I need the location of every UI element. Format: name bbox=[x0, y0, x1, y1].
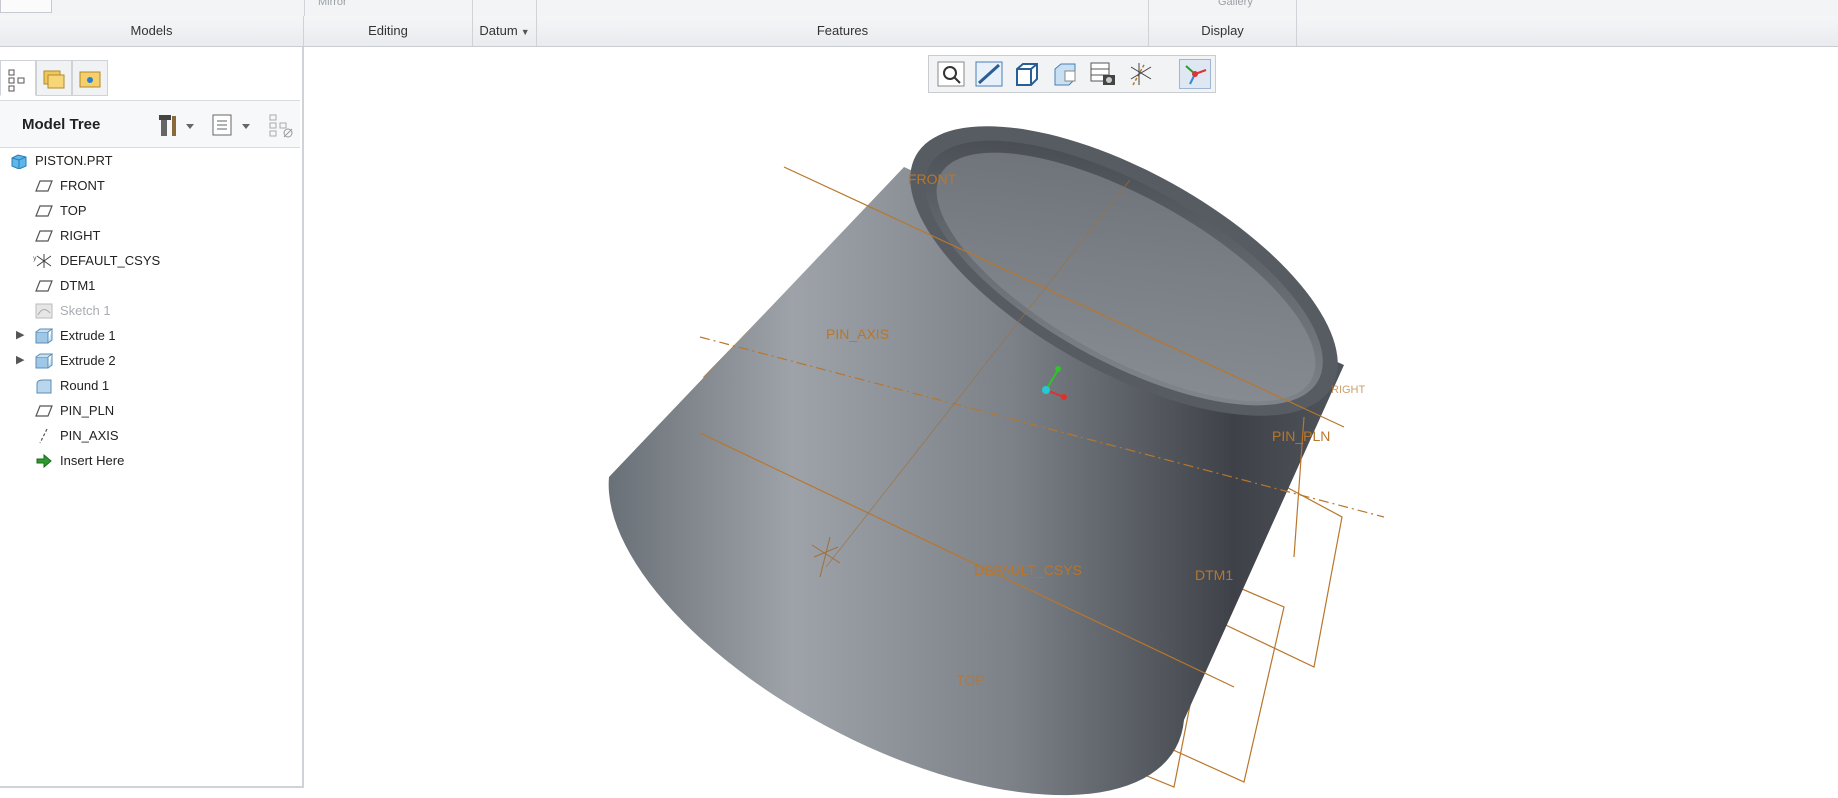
round-icon bbox=[36, 379, 52, 394]
datum-plane-icon bbox=[35, 405, 53, 417]
tree-item-default-csys[interactable]: y DEFAULT_CSYS bbox=[0, 248, 300, 273]
tree-item-label: DEFAULT_CSYS bbox=[60, 253, 161, 268]
tree-item-pin-axis[interactable]: PIN_AXIS bbox=[0, 423, 300, 448]
group-models[interactable]: Models bbox=[0, 16, 304, 46]
csys-icon: y bbox=[33, 254, 52, 268]
tree-filter-icon bbox=[269, 114, 293, 138]
ribbon-separator bbox=[1148, 0, 1149, 16]
tree-item-extrude-2[interactable]: ▶ Extrude 2 bbox=[0, 348, 300, 373]
tree-item-insert-here[interactable]: Insert Here bbox=[0, 448, 300, 473]
datum-plane-icon bbox=[35, 180, 53, 192]
tree-item-label: FRONT bbox=[60, 178, 105, 193]
show-menu-button[interactable] bbox=[212, 113, 252, 140]
ribbon-cutoff-button[interactable] bbox=[0, 0, 52, 13]
datum-plane-icon bbox=[35, 205, 53, 217]
datum-axis-icon bbox=[39, 428, 48, 444]
label-dtm1[interactable]: DTM1 bbox=[1195, 567, 1233, 583]
group-display[interactable]: Display bbox=[1149, 16, 1297, 46]
gallery-label[interactable]: Gallery bbox=[1218, 0, 1253, 8]
model-viewport[interactable]: FRONT PIN_AXIS PIN_PLN DEFAULT_CSYS DTM1… bbox=[304, 47, 1838, 798]
group-datum-label: Datum bbox=[479, 23, 518, 38]
tree-item-dtm1[interactable]: DTM1 bbox=[0, 273, 300, 298]
tree-item-pin-pln[interactable]: PIN_PLN bbox=[0, 398, 300, 423]
label-top[interactable]: TOP bbox=[956, 672, 985, 688]
tree-item-label: Sketch 1 bbox=[60, 303, 111, 318]
tree-item-label: PISTON.PRT bbox=[35, 153, 113, 168]
tree-filter-button[interactable] bbox=[268, 113, 296, 142]
tree-item-right[interactable]: RIGHT bbox=[0, 223, 300, 248]
extrude-icon bbox=[35, 353, 53, 369]
list-settings-icon bbox=[212, 114, 250, 136]
sketch-icon bbox=[35, 303, 53, 319]
ribbon-top-row: Mirror Gallery bbox=[0, 0, 1838, 17]
tree-item-front[interactable]: FRONT bbox=[0, 173, 300, 198]
favorites-folder-icon bbox=[79, 71, 101, 88]
tree-item-round-1[interactable]: Round 1 bbox=[0, 373, 300, 398]
folder-browser-tab[interactable] bbox=[36, 60, 72, 96]
ribbon-separator bbox=[536, 0, 537, 16]
group-features[interactable]: Features bbox=[537, 16, 1149, 46]
svg-text:y: y bbox=[33, 255, 37, 262]
tree-item-label: PIN_PLN bbox=[60, 403, 115, 418]
navigator-panel: Model Tree PISTON.PRT FRONT TOP RIGHT y … bbox=[0, 47, 304, 788]
label-front[interactable]: FRONT bbox=[908, 171, 957, 187]
ribbon-separator bbox=[1296, 0, 1297, 16]
expand-arrow-icon[interactable]: ▶ bbox=[16, 348, 26, 373]
extrude-icon bbox=[35, 328, 53, 344]
graphics-window[interactable]: FRONT PIN_AXIS PIN_PLN DEFAULT_CSYS DTM1… bbox=[304, 47, 1838, 798]
folder-icon bbox=[43, 70, 65, 89]
model-tree: PISTON.PRT FRONT TOP RIGHT y DEFAULT_CSY… bbox=[0, 148, 300, 473]
tree-item-label: TOP bbox=[60, 203, 87, 218]
hammer-tools-icon bbox=[159, 115, 194, 136]
chevron-down-icon: ▼ bbox=[520, 27, 530, 37]
group-datum[interactable]: Datum ▼ bbox=[473, 16, 537, 46]
label-pin-pln[interactable]: PIN_PLN bbox=[1272, 428, 1330, 444]
tree-item-extrude-1[interactable]: ▶ Extrude 1 bbox=[0, 323, 300, 348]
model-tree-header: Model Tree bbox=[0, 100, 300, 148]
label-right[interactable]: RIGHT bbox=[1331, 384, 1366, 396]
piston-body[interactable] bbox=[608, 68, 1381, 796]
model-tree-icon bbox=[8, 69, 25, 92]
tree-item-top[interactable]: TOP bbox=[0, 198, 300, 223]
tree-item-label: Extrude 2 bbox=[60, 353, 116, 368]
mirror-label[interactable]: Mirror bbox=[318, 0, 347, 8]
datum-plane-icon bbox=[35, 230, 53, 242]
tree-item-label: PIN_AXIS bbox=[60, 428, 119, 443]
tree-item-label: DTM1 bbox=[60, 278, 96, 293]
tree-item-label: Extrude 1 bbox=[60, 328, 116, 343]
tree-item-piston-prt[interactable]: PISTON.PRT bbox=[0, 148, 300, 173]
model-tree-tab[interactable] bbox=[0, 60, 36, 96]
expand-arrow-icon[interactable]: ▶ bbox=[16, 323, 26, 348]
datum-plane-icon bbox=[35, 280, 53, 292]
model-tree-title: Model Tree bbox=[22, 116, 101, 133]
tree-item-label: RIGHT bbox=[60, 228, 101, 243]
insert-arrow-icon bbox=[36, 453, 52, 469]
part-icon bbox=[11, 154, 27, 169]
favorites-tab[interactable] bbox=[72, 60, 108, 96]
label-pin-axis[interactable]: PIN_AXIS bbox=[826, 326, 889, 342]
tree-item-sketch-1[interactable]: Sketch 1 bbox=[0, 298, 300, 323]
ribbon-separator bbox=[472, 0, 473, 16]
settings-tools-button[interactable] bbox=[158, 113, 194, 140]
tree-item-label: Insert Here bbox=[60, 453, 125, 468]
group-editing[interactable]: Editing bbox=[304, 16, 473, 46]
ribbon-group-bar: Models Editing Datum ▼ Features Display bbox=[0, 16, 1838, 47]
label-default-csys[interactable]: DEFAULT_CSYS bbox=[974, 562, 1082, 578]
ribbon-separator bbox=[304, 0, 305, 16]
tree-item-label: Round 1 bbox=[60, 378, 110, 393]
